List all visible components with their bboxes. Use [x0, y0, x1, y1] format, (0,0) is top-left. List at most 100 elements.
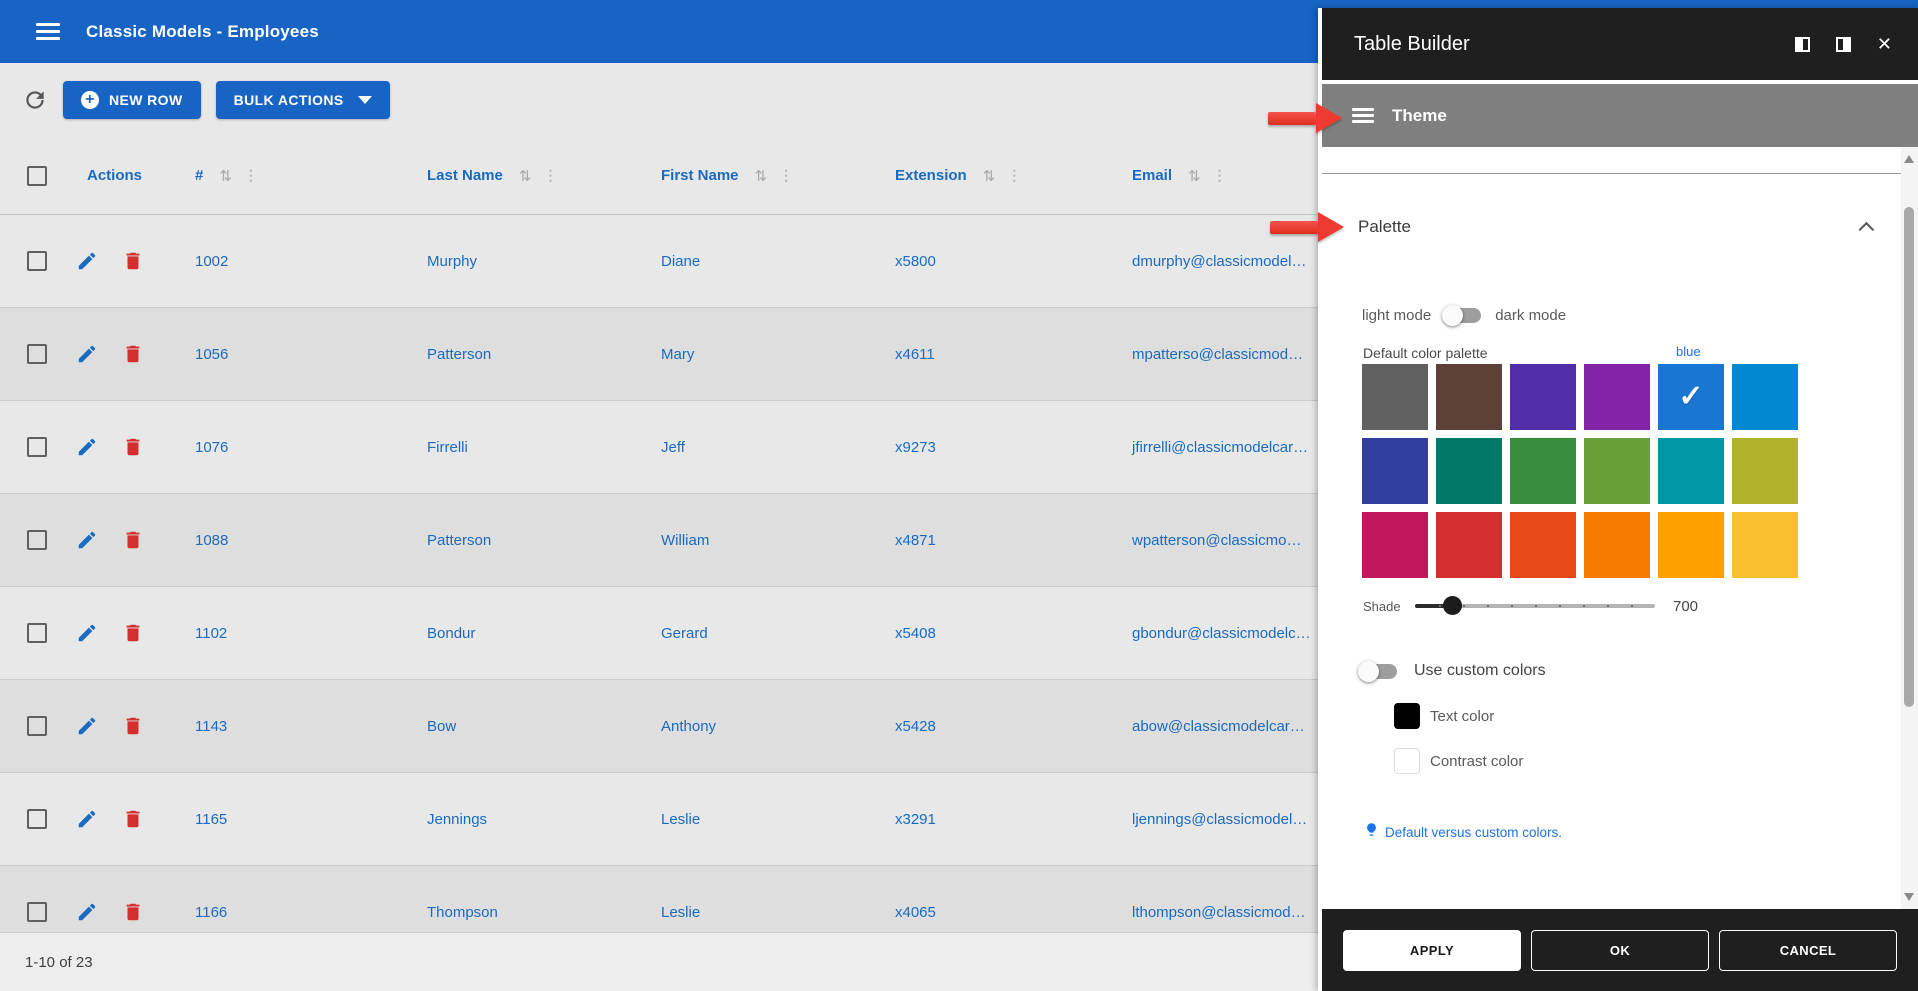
row-checkbox[interactable] — [27, 902, 47, 922]
cancel-button[interactable]: CANCEL — [1719, 930, 1897, 971]
edit-icon[interactable] — [76, 808, 98, 830]
color-swatch-brown[interactable] — [1436, 364, 1502, 430]
dark-mode-toggle[interactable] — [1445, 308, 1481, 323]
row-checkbox[interactable] — [27, 437, 47, 457]
delete-icon[interactable] — [122, 250, 144, 272]
column-menu-icon[interactable]: ⋮ — [779, 167, 793, 184]
delete-icon[interactable] — [122, 622, 144, 644]
color-swatch-light-green[interactable] — [1584, 438, 1650, 504]
row-checkbox[interactable] — [27, 251, 47, 271]
delete-icon[interactable] — [122, 715, 144, 737]
text-color-swatch[interactable] — [1394, 703, 1420, 729]
row-checkbox[interactable] — [27, 716, 47, 736]
contrast-color-swatch[interactable] — [1394, 748, 1420, 774]
theme-section-label: Theme — [1392, 106, 1447, 126]
column-header-actions[interactable]: Actions — [72, 167, 180, 184]
row-checkbox[interactable] — [27, 530, 47, 550]
sort-icon[interactable]: ⇅ — [519, 167, 532, 185]
delete-icon[interactable] — [122, 343, 144, 365]
scroll-up-icon[interactable] — [1904, 155, 1914, 163]
cell-first-name: William — [646, 532, 880, 549]
edit-icon[interactable] — [76, 250, 98, 272]
color-swatch-orange[interactable] — [1584, 512, 1650, 578]
select-all-checkbox[interactable] — [27, 166, 47, 186]
row-checkbox[interactable] — [27, 623, 47, 643]
column-menu-icon[interactable]: ⋮ — [543, 167, 557, 184]
edit-icon[interactable] — [76, 715, 98, 737]
cell-first-name: Anthony — [646, 718, 880, 735]
color-swatch-deep-orange[interactable] — [1510, 512, 1576, 578]
chevron-up-icon[interactable] — [1859, 221, 1875, 237]
new-row-button[interactable]: + NEW ROW — [63, 81, 201, 119]
bulk-actions-button[interactable]: BULK ACTIONS — [216, 81, 390, 119]
edit-icon[interactable] — [76, 622, 98, 644]
use-custom-colors-label: Use custom colors — [1414, 662, 1546, 680]
dock-left-icon[interactable] — [1795, 37, 1810, 52]
scroll-down-icon[interactable] — [1904, 893, 1914, 901]
slider-thumb[interactable] — [1443, 596, 1462, 615]
edit-icon[interactable] — [76, 529, 98, 551]
color-swatch-cyan[interactable] — [1658, 438, 1724, 504]
plus-icon: + — [81, 91, 99, 109]
cell-number: 1076 — [180, 439, 412, 456]
color-swatch-deep-purple[interactable] — [1510, 364, 1576, 430]
column-header-email[interactable]: Email⇅⋮ — [1117, 167, 1318, 185]
scrollbar-thumb[interactable] — [1904, 207, 1914, 707]
color-swatch-yellow[interactable] — [1732, 512, 1798, 578]
delete-icon[interactable] — [122, 436, 144, 458]
menu-icon[interactable] — [36, 23, 60, 40]
column-header-last-name[interactable]: Last Name⇅⋮ — [412, 167, 646, 185]
cell-first-name: Gerard — [646, 625, 880, 642]
cell-email: ljennings@classicmodel… — [1117, 811, 1318, 828]
edit-icon[interactable] — [76, 436, 98, 458]
shade-slider[interactable] — [1415, 595, 1655, 617]
refresh-icon[interactable] — [22, 87, 48, 113]
row-checkbox[interactable] — [27, 344, 47, 364]
edit-icon[interactable] — [76, 901, 98, 923]
panel-title: Table Builder — [1354, 33, 1795, 56]
color-swatch-purple[interactable] — [1584, 364, 1650, 430]
sort-icon[interactable]: ⇅ — [1188, 167, 1201, 185]
color-swatch-teal[interactable] — [1436, 438, 1502, 504]
color-swatch-light-blue[interactable] — [1732, 364, 1798, 430]
panel-body: Palette light mode dark mode Default col… — [1322, 147, 1918, 909]
panel-scrollbar[interactable] — [1901, 147, 1918, 909]
color-swatch-blue[interactable]: ✓ — [1658, 364, 1724, 430]
cell-email: mpatterso@classicmod… — [1117, 346, 1318, 363]
use-custom-colors-toggle[interactable] — [1361, 664, 1397, 679]
color-swatch-amber[interactable] — [1658, 512, 1724, 578]
color-swatch-pink[interactable] — [1362, 512, 1428, 578]
ok-button[interactable]: OK — [1531, 930, 1709, 971]
column-header--[interactable]: #⇅⋮ — [180, 167, 412, 185]
color-swatch-red[interactable] — [1436, 512, 1502, 578]
delete-icon[interactable] — [122, 529, 144, 551]
new-row-label: NEW ROW — [109, 92, 183, 108]
column-menu-icon[interactable]: ⋮ — [1213, 167, 1227, 184]
slider-track[interactable] — [1415, 604, 1655, 608]
column-header-first-name[interactable]: First Name⇅⋮ — [646, 167, 880, 185]
cell-first-name: Leslie — [646, 904, 880, 921]
sort-icon[interactable]: ⇅ — [983, 167, 996, 185]
edit-icon[interactable] — [76, 343, 98, 365]
color-swatch-lime[interactable] — [1732, 438, 1798, 504]
cell-number: 1165 — [180, 811, 412, 828]
sort-icon[interactable]: ⇅ — [755, 167, 768, 185]
cell-last-name: Bow — [412, 718, 646, 735]
delete-icon[interactable] — [122, 901, 144, 923]
cell-email: wpatterson@classicmo… — [1117, 532, 1318, 549]
row-checkbox[interactable] — [27, 809, 47, 829]
hint-link[interactable]: Default versus custom colors. — [1385, 825, 1562, 840]
table-body: 1002MurphyDianex5800dmurphy@classicmodel… — [0, 215, 1318, 932]
apply-button[interactable]: APPLY — [1343, 930, 1521, 971]
color-swatch-green[interactable] — [1510, 438, 1576, 504]
sort-icon[interactable]: ⇅ — [219, 167, 232, 185]
delete-icon[interactable] — [122, 808, 144, 830]
theme-section-header[interactable]: Theme — [1322, 84, 1918, 147]
close-icon[interactable]: ✕ — [1877, 35, 1892, 53]
column-header-extension[interactable]: Extension⇅⋮ — [880, 167, 1117, 185]
column-menu-icon[interactable]: ⋮ — [244, 167, 258, 184]
column-menu-icon[interactable]: ⋮ — [1007, 167, 1021, 184]
dock-right-icon[interactable] — [1836, 37, 1851, 52]
color-swatch-indigo[interactable] — [1362, 438, 1428, 504]
color-swatch-grey[interactable] — [1362, 364, 1428, 430]
